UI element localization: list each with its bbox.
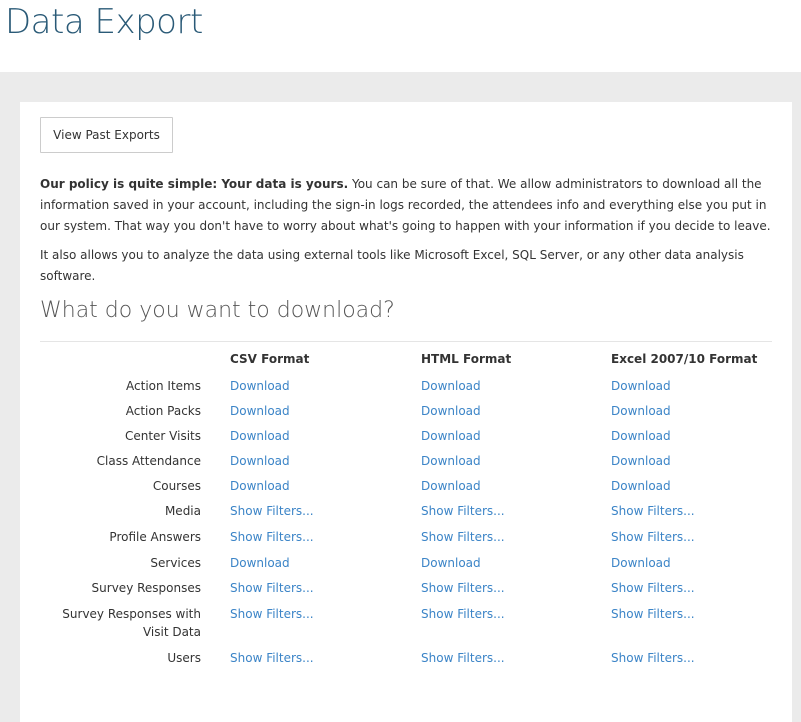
download-link[interactable]: Download xyxy=(611,427,671,445)
download-link[interactable]: Download xyxy=(230,427,290,445)
row-label: Profile Answers xyxy=(109,530,201,544)
row-label: Users xyxy=(167,651,201,665)
policy-paragraph: Our policy is quite simple: Your data is… xyxy=(40,174,780,237)
download-link[interactable]: Download xyxy=(611,402,671,420)
row-label: Center Visits xyxy=(124,429,201,443)
download-link[interactable]: Download xyxy=(611,554,671,572)
download-link[interactable]: Download xyxy=(611,477,671,495)
analysis-paragraph: It also allows you to analyze the data u… xyxy=(40,248,744,283)
page-header: Data Export xyxy=(0,0,801,72)
show-filters-link[interactable]: Show Filters... xyxy=(421,649,505,667)
show-filters-link[interactable]: Show Filters... xyxy=(611,605,695,623)
show-filters-link[interactable]: Show Filters... xyxy=(611,528,695,546)
show-filters-link[interactable]: Show Filters... xyxy=(230,579,314,597)
show-filters-link[interactable]: Show Filters... xyxy=(611,579,695,597)
download-link[interactable]: Download xyxy=(611,452,671,470)
download-link[interactable]: Download xyxy=(421,427,481,445)
download-link[interactable]: Download xyxy=(611,377,671,395)
show-filters-link[interactable]: Show Filters... xyxy=(421,605,505,623)
column-header: CSV Format xyxy=(230,352,310,366)
show-filters-link[interactable]: Show Filters... xyxy=(611,502,695,520)
download-link[interactable]: Download xyxy=(230,402,290,420)
row-label: Media xyxy=(164,504,201,518)
download-link[interactable]: Download xyxy=(421,554,481,572)
show-filters-link[interactable]: Show Filters... xyxy=(230,649,314,667)
export-panel: View Past Exports Our policy is quite si… xyxy=(20,102,792,722)
show-filters-link[interactable]: Show Filters... xyxy=(421,528,505,546)
column-header: Excel 2007/10 Format xyxy=(611,352,758,366)
show-filters-link[interactable]: Show Filters... xyxy=(421,579,505,597)
show-filters-link[interactable]: Show Filters... xyxy=(230,528,314,546)
section-divider xyxy=(40,341,772,342)
show-filters-link[interactable]: Show Filters... xyxy=(230,502,314,520)
row-label: Survey Responses xyxy=(91,581,201,595)
download-section-title: What do you want to download? xyxy=(40,298,395,323)
show-filters-link[interactable]: Show Filters... xyxy=(230,605,314,623)
download-link[interactable]: Download xyxy=(230,377,290,395)
show-filters-link[interactable]: Show Filters... xyxy=(611,649,695,667)
download-link[interactable]: Download xyxy=(421,377,481,395)
row-label: Action Items xyxy=(126,379,201,393)
column-header: HTML Format xyxy=(421,352,512,366)
row-label: Class Attendance xyxy=(96,454,201,468)
row-label: Survey Responses with Visit Data xyxy=(62,607,201,639)
download-link[interactable]: Download xyxy=(230,477,290,495)
show-filters-link[interactable]: Show Filters... xyxy=(421,502,505,520)
policy-bold-text: Our policy is quite simple: Your data is… xyxy=(40,177,349,191)
download-link[interactable]: Download xyxy=(230,554,290,572)
page-title: Data Export xyxy=(5,2,203,42)
download-link[interactable]: Download xyxy=(421,477,481,495)
download-link[interactable]: Download xyxy=(421,402,481,420)
row-label: Action Packs xyxy=(125,404,201,418)
row-label: Courses xyxy=(152,479,201,493)
row-label: Services xyxy=(150,556,201,570)
download-link[interactable]: Download xyxy=(230,452,290,470)
view-past-exports-button[interactable]: View Past Exports xyxy=(40,117,173,153)
download-link[interactable]: Download xyxy=(421,452,481,470)
